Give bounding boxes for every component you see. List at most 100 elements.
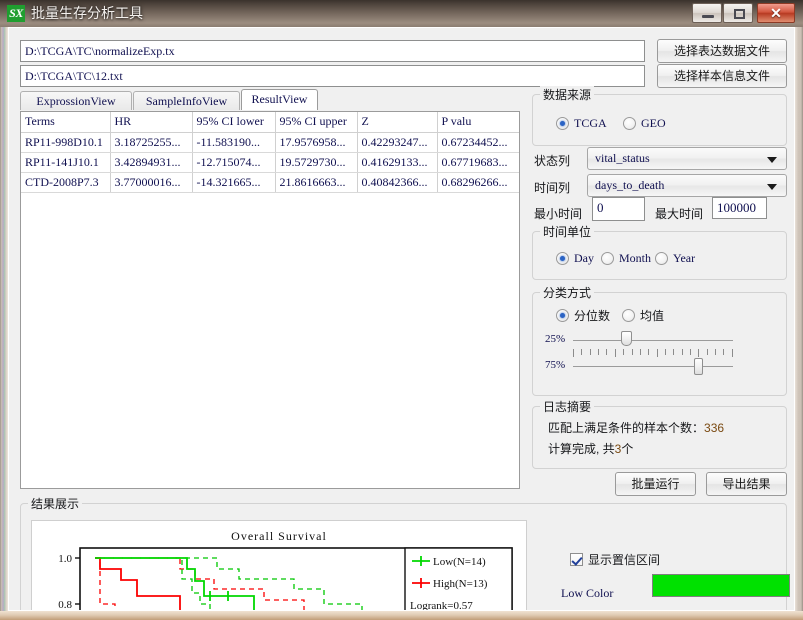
column-header-terms[interactable]: Terms [21, 112, 111, 133]
time-column-label: 时间列 [534, 181, 571, 195]
maximize-icon [734, 9, 745, 19]
survival-chart[interactable]: Overall Survival 1.0 0.8 Low(N=14) High(… [31, 520, 527, 611]
choose-sample-file-button[interactable]: 选择样本信息文件 [657, 64, 787, 88]
upper-quantile-track[interactable] [573, 366, 733, 367]
results-display-title: 结果展示 [28, 495, 83, 512]
chevron-down-icon [767, 157, 777, 163]
upper-quantile-thumb[interactable] [694, 358, 703, 375]
cell-ci-lower: -14.321665... [192, 172, 276, 193]
log-summary-title: 日志摘要 [540, 398, 595, 415]
radio-dot-icon [622, 309, 635, 322]
sample-info-file-input[interactable]: D:\TCGA\TC\12.txt [20, 65, 645, 87]
tab-expression-view[interactable]: ExprossionView [20, 91, 132, 110]
status-column-label: 状态列 [534, 154, 571, 168]
radio-dot-icon [556, 117, 569, 130]
show-confidence-interval-checkbox[interactable]: 显示置信区间 [570, 551, 660, 568]
cell-terms: CTD-2008P7.3 [21, 172, 111, 193]
low-color-swatch[interactable] [652, 574, 790, 597]
svg-text:0.8: 0.8 [58, 599, 72, 611]
radio-label-month: Month [619, 251, 652, 265]
cell-p-value: 0.67234452... [437, 132, 519, 153]
radio-month[interactable]: Month [601, 251, 651, 266]
result-table-panel: Terms HR 95% CI lower 95% CI upper Z P v… [20, 111, 520, 489]
window-title: 批量生存分析工具 [31, 5, 143, 21]
lower-quantile-thumb[interactable] [621, 331, 632, 346]
maximize-button[interactable] [723, 3, 753, 23]
cell-ci-lower: -11.583190... [192, 132, 276, 153]
svg-text:1.0: 1.0 [58, 553, 72, 565]
column-header-ci-upper[interactable]: 95% CI upper [275, 112, 358, 133]
column-header-p-value[interactable]: P valu [437, 112, 519, 133]
max-time-input[interactable]: 100000 [712, 197, 767, 219]
svg-text:Logrank=0.57: Logrank=0.57 [410, 600, 473, 611]
radio-quantile[interactable]: 分位数 [556, 307, 610, 324]
radio-label-quantile: 分位数 [574, 309, 611, 323]
min-time-input[interactable]: 0 [592, 197, 645, 221]
time-column-select[interactable]: days_to_death [587, 174, 787, 197]
minimize-button[interactable] [692, 3, 722, 23]
time-unit-group: 时间单位 Day Month Year [532, 223, 787, 280]
lower-quantile-label: 25% [545, 333, 566, 345]
radio-dot-icon [556, 309, 569, 322]
radio-label-day: Day [574, 251, 594, 265]
radio-label-geo: GEO [641, 116, 666, 130]
radio-mean[interactable]: 均值 [622, 307, 664, 324]
cell-z: 0.42293247... [357, 132, 438, 153]
log-sample-count-value: 336 [704, 421, 725, 435]
radio-year[interactable]: Year [655, 251, 695, 266]
cell-p-value: 0.68296266... [437, 172, 519, 193]
data-source-group: 数据来源 TCGA GEO [532, 86, 787, 146]
column-header-ci-lower[interactable]: 95% CI lower [192, 112, 276, 133]
show-confidence-interval-label: 显示置信区间 [588, 553, 661, 567]
view-tabs: ExprossionView SampleInfoView ResultView [20, 89, 520, 112]
cell-hr: 3.42894931... [110, 152, 193, 173]
cell-terms: RP11-141J10.1 [21, 152, 111, 173]
column-header-z[interactable]: Z [357, 112, 438, 133]
svg-text:High(N=13): High(N=13) [433, 578, 488, 590]
tab-sample-info-view[interactable]: SampleInfoView [133, 91, 240, 110]
cell-p-value: 0.67719683... [437, 152, 519, 173]
log-line-complete: 计算完成, 共3个 [548, 440, 633, 457]
window-frame-left [0, 0, 8, 620]
time-unit-title: 时间单位 [540, 223, 595, 240]
radio-label-mean: 均值 [640, 309, 665, 323]
title-bar: SX 批量生存分析工具 ✕ [0, 0, 803, 27]
cell-ci-upper: 21.8616663... [275, 172, 358, 193]
data-source-title: 数据来源 [540, 86, 595, 103]
column-header-hr[interactable]: HR [110, 112, 193, 133]
table-row[interactable]: CTD-2008P7.3 3.77000016... -14.321665...… [21, 172, 519, 193]
low-color-label: Low Color [561, 586, 614, 600]
classify-method-group: 分类方式 分位数 均值 25% 75% [532, 284, 787, 396]
log-complete-suffix: 个 [621, 442, 634, 456]
classify-method-title: 分类方式 [540, 284, 595, 301]
batch-run-button[interactable]: 批量运行 [615, 472, 696, 496]
app-icon: SX [7, 5, 25, 22]
log-complete-prefix: 计算完成, 共 [548, 442, 615, 456]
status-column-value: vital_status [595, 151, 650, 165]
cell-z: 0.41629133... [357, 152, 438, 173]
table-header-row: Terms HR 95% CI lower 95% CI upper Z P v… [21, 112, 519, 133]
expression-file-input[interactable]: D:\TCGA\TC\normalizeExp.tx [20, 40, 645, 62]
window-frame-bottom [0, 611, 803, 620]
cell-hr: 3.77000016... [110, 172, 193, 193]
close-button[interactable]: ✕ [757, 3, 795, 23]
tab-result-view[interactable]: ResultView [241, 89, 318, 110]
cell-z: 0.40842366... [357, 172, 438, 193]
lower-quantile-track[interactable] [573, 340, 733, 341]
cell-hr: 3.18725255... [110, 132, 193, 153]
client-area: D:\TCGA\TC\normalizeExp.tx 选择表达数据文件 D:\T… [8, 27, 795, 611]
radio-tcga[interactable]: TCGA [556, 116, 607, 131]
time-column-value: days_to_death [595, 178, 665, 192]
log-line-sample-count: 匹配上满足条件的样本个数：336 [548, 419, 724, 436]
radio-geo[interactable]: GEO [623, 116, 666, 131]
window-frame-right [795, 0, 803, 620]
minimize-icon [702, 15, 714, 18]
choose-expression-file-button[interactable]: 选择表达数据文件 [657, 39, 787, 63]
radio-day[interactable]: Day [556, 251, 594, 266]
export-result-button[interactable]: 导出结果 [706, 472, 787, 496]
table-row[interactable]: RP11-141J10.1 3.42894931... -12.715074..… [21, 152, 519, 173]
status-column-select[interactable]: vital_status [587, 147, 787, 170]
log-sample-count-prefix: 匹配上满足条件的样本个数： [548, 421, 705, 435]
table-row[interactable]: RP11-998D10.1 3.18725255... -11.583190..… [21, 132, 519, 153]
radio-dot-icon [556, 252, 569, 265]
